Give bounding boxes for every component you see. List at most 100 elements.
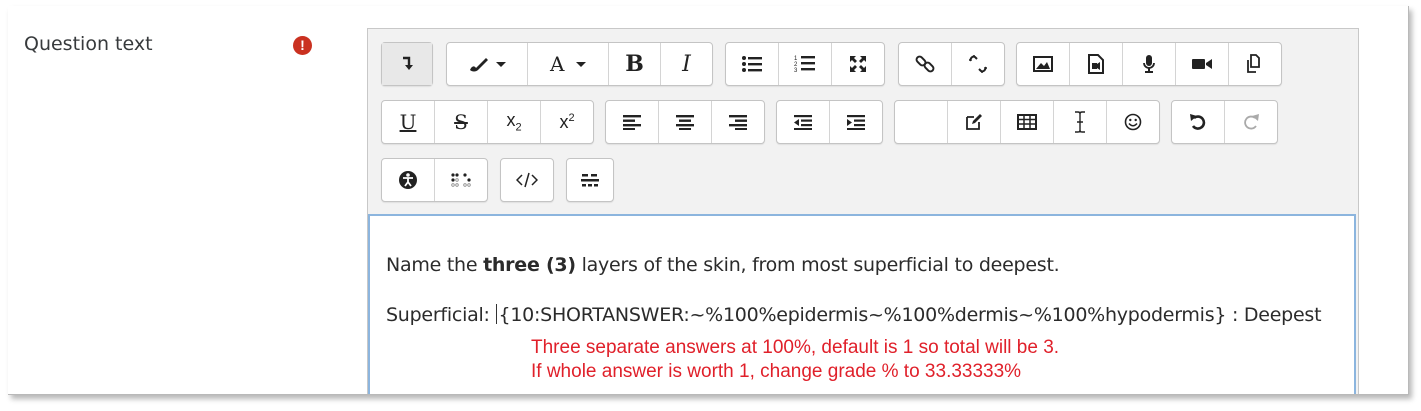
toolbar-group-align [605, 100, 765, 144]
toolbar-group-style: A B I [446, 42, 713, 86]
toolbar-group-text-format: U S x2 x2 [381, 100, 594, 144]
paragraph-text-end: layers of the skin, from most superficia… [575, 254, 1060, 276]
align-right-icon [728, 114, 748, 130]
question-text-label: Question text [24, 33, 153, 55]
outdent-icon [793, 114, 813, 130]
collapse-button[interactable] [382, 43, 432, 85]
annotation-line-2: If whole answer is worth 1, change grade… [531, 361, 1022, 382]
media-icon [1088, 54, 1104, 74]
fullscreen-icon [849, 55, 867, 73]
link-button[interactable] [899, 43, 952, 85]
bold-text: three (3) [483, 254, 576, 276]
record-audio-button[interactable] [1123, 43, 1176, 85]
bold-button[interactable]: B [609, 43, 661, 85]
editor-toolbar: A B I 123 U S x2 x2 [368, 29, 1358, 214]
unlink-button[interactable] [952, 43, 1004, 85]
paintbrush-icon [468, 55, 506, 73]
required-icon: ! [293, 36, 312, 55]
atto-editor: A B I 123 U S x2 x2 Name the three (3) l… [367, 28, 1359, 394]
image-button[interactable] [1017, 43, 1070, 85]
superficial-label: Superficial: [386, 304, 496, 326]
form-row: Question text ! A B I 1 2 3 U S x2 x2 Na… [8, 6, 1409, 395]
bold-icon: B [625, 51, 644, 77]
record-video-button[interactable] [1176, 43, 1229, 85]
toolbar-group-media [1016, 42, 1282, 86]
cloze-paragraph: Superficial: {10:SHORTANSWER:~%100%epide… [386, 304, 1322, 326]
table-button[interactable] [1001, 101, 1054, 143]
ordered-list-icon: 123 [794, 54, 816, 74]
underline-button[interactable]: U [382, 101, 435, 143]
subscript-digit: 2 [515, 121, 522, 134]
subscript-button[interactable]: x2 [488, 101, 541, 143]
emoticon-button[interactable] [1107, 101, 1159, 143]
font-color-icon: A [548, 54, 588, 74]
undo-button[interactable] [1172, 101, 1225, 143]
font-color-button[interactable]: A [528, 43, 609, 85]
clear-formatting-button[interactable] [567, 159, 613, 201]
toolbar-group-indent [776, 100, 883, 144]
clear-formatting-icon [580, 172, 600, 188]
redo-icon [1242, 113, 1260, 131]
accessibility-icon [398, 170, 418, 190]
subscript-icon: x2 [506, 110, 521, 134]
link-icon [915, 54, 935, 74]
toolbar-group-accessibility [381, 158, 488, 202]
indent-button[interactable] [830, 101, 882, 143]
question-paragraph: Name the three (3) layers of the skin, f… [386, 254, 1060, 276]
paragraph-text: Name the [386, 254, 484, 276]
align-right-button[interactable] [712, 101, 764, 143]
media-button[interactable] [1070, 43, 1123, 85]
align-left-icon [622, 114, 642, 130]
toolbar-group-html [500, 158, 554, 202]
unordered-list-button[interactable] [726, 43, 779, 85]
indent-icon [846, 114, 866, 130]
align-left-button[interactable] [606, 101, 659, 143]
undo-icon [1189, 113, 1207, 131]
editor-content-area[interactable]: Name the three (3) layers of the skin, f… [368, 214, 1356, 394]
text-style-button[interactable] [447, 43, 528, 85]
svg-text:A: A [549, 54, 565, 74]
align-center-button[interactable] [659, 101, 712, 143]
toolbar-group-collapse [381, 42, 433, 86]
italic-icon: I [682, 51, 691, 77]
svg-text:3: 3 [794, 68, 798, 74]
superscript-icon: x2 [559, 112, 574, 133]
toolbar-group-lists: 123 [725, 42, 885, 86]
strikethrough-icon: S [454, 110, 468, 134]
braille-icon [450, 172, 472, 188]
ordered-list-button[interactable]: 123 [779, 43, 832, 85]
strikethrough-button[interactable]: S [435, 101, 488, 143]
superscript-digit: 2 [568, 111, 575, 124]
unlink-icon [968, 54, 988, 74]
cloze-code: {10:SHORTANSWER:~%100%epidermis~%100%der… [498, 304, 1322, 326]
fullscreen-button[interactable] [832, 43, 884, 85]
accessibility-checker-button[interactable] [382, 159, 435, 201]
unordered-list-icon [741, 55, 763, 73]
annotation-line-1: Three separate answers at 100%, default … [531, 337, 1060, 358]
italic-button[interactable]: I [661, 43, 712, 85]
align-center-icon [675, 114, 695, 130]
toolbar-group-insert [894, 100, 1160, 144]
microphone-icon [1142, 54, 1156, 74]
video-icon [1191, 57, 1213, 71]
superscript-button[interactable]: x2 [541, 101, 593, 143]
html-button[interactable] [501, 159, 553, 201]
collapse-toggle-icon [400, 56, 414, 72]
redo-button[interactable] [1225, 101, 1277, 143]
underline-icon: U [399, 110, 417, 134]
text-cursor-icon [1074, 111, 1086, 133]
smiley-icon [1124, 113, 1142, 131]
manage-files-button[interactable] [1229, 43, 1281, 85]
table-icon [1017, 114, 1037, 130]
edit-icon [965, 113, 983, 131]
toolbar-group-history [1171, 100, 1278, 144]
manage-files-icon [1245, 54, 1265, 74]
image-icon [1033, 56, 1053, 72]
equation-button[interactable] [895, 101, 948, 143]
edit-button[interactable] [948, 101, 1001, 143]
outdent-button[interactable] [777, 101, 830, 143]
screenreader-helper-button[interactable] [435, 159, 487, 201]
toolbar-group-links [898, 42, 1005, 86]
code-icon [516, 172, 538, 188]
special-character-button[interactable] [1054, 101, 1107, 143]
